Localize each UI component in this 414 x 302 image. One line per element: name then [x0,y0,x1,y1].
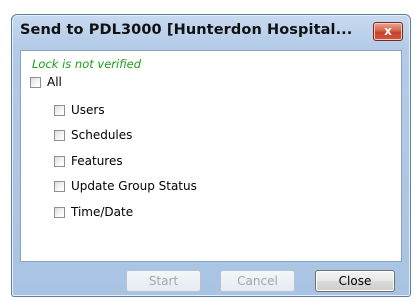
checkbox-users[interactable]: Users [54,102,105,118]
start-button[interactable]: Start [126,270,201,292]
cancel-button[interactable]: Cancel [220,270,295,292]
checkbox-features[interactable]: Features [54,153,123,169]
checkbox-schedules-box[interactable] [54,129,65,141]
checkbox-all-label: All [47,75,62,89]
options-panel: Lock is not verified All Users Schedules… [20,50,402,262]
checkbox-update-group-status-label: Update Group Status [71,179,197,193]
lock-status-text: Lock is not verified [32,57,142,71]
close-icon[interactable]: x [373,22,403,41]
checkbox-users-label: Users [71,103,105,117]
checkbox-users-box[interactable] [54,104,65,116]
checkbox-features-box[interactable] [54,155,65,167]
close-button[interactable]: Close [315,270,395,292]
checkbox-all[interactable]: All [30,74,62,90]
checkbox-time-date-box[interactable] [54,206,65,218]
close-glyph: x [384,24,392,38]
window-title: Send to PDL3000 [Hunterdon Hospital... [20,22,353,38]
title-bar[interactable]: Send to PDL3000 [Hunterdon Hospital... x [12,15,410,48]
checkbox-schedules-label: Schedules [71,128,133,142]
checkbox-time-date-label: Time/Date [71,205,134,219]
checkbox-update-group-status-box[interactable] [54,180,65,192]
checkbox-schedules[interactable]: Schedules [54,127,132,143]
checkbox-features-label: Features [71,154,123,168]
send-dialog-window: Send to PDL3000 [Hunterdon Hospital... x… [11,14,411,297]
checkbox-time-date[interactable]: Time/Date [54,204,133,220]
checkbox-update-group-status[interactable]: Update Group Status [54,178,197,194]
checkbox-all-box[interactable] [30,76,41,88]
